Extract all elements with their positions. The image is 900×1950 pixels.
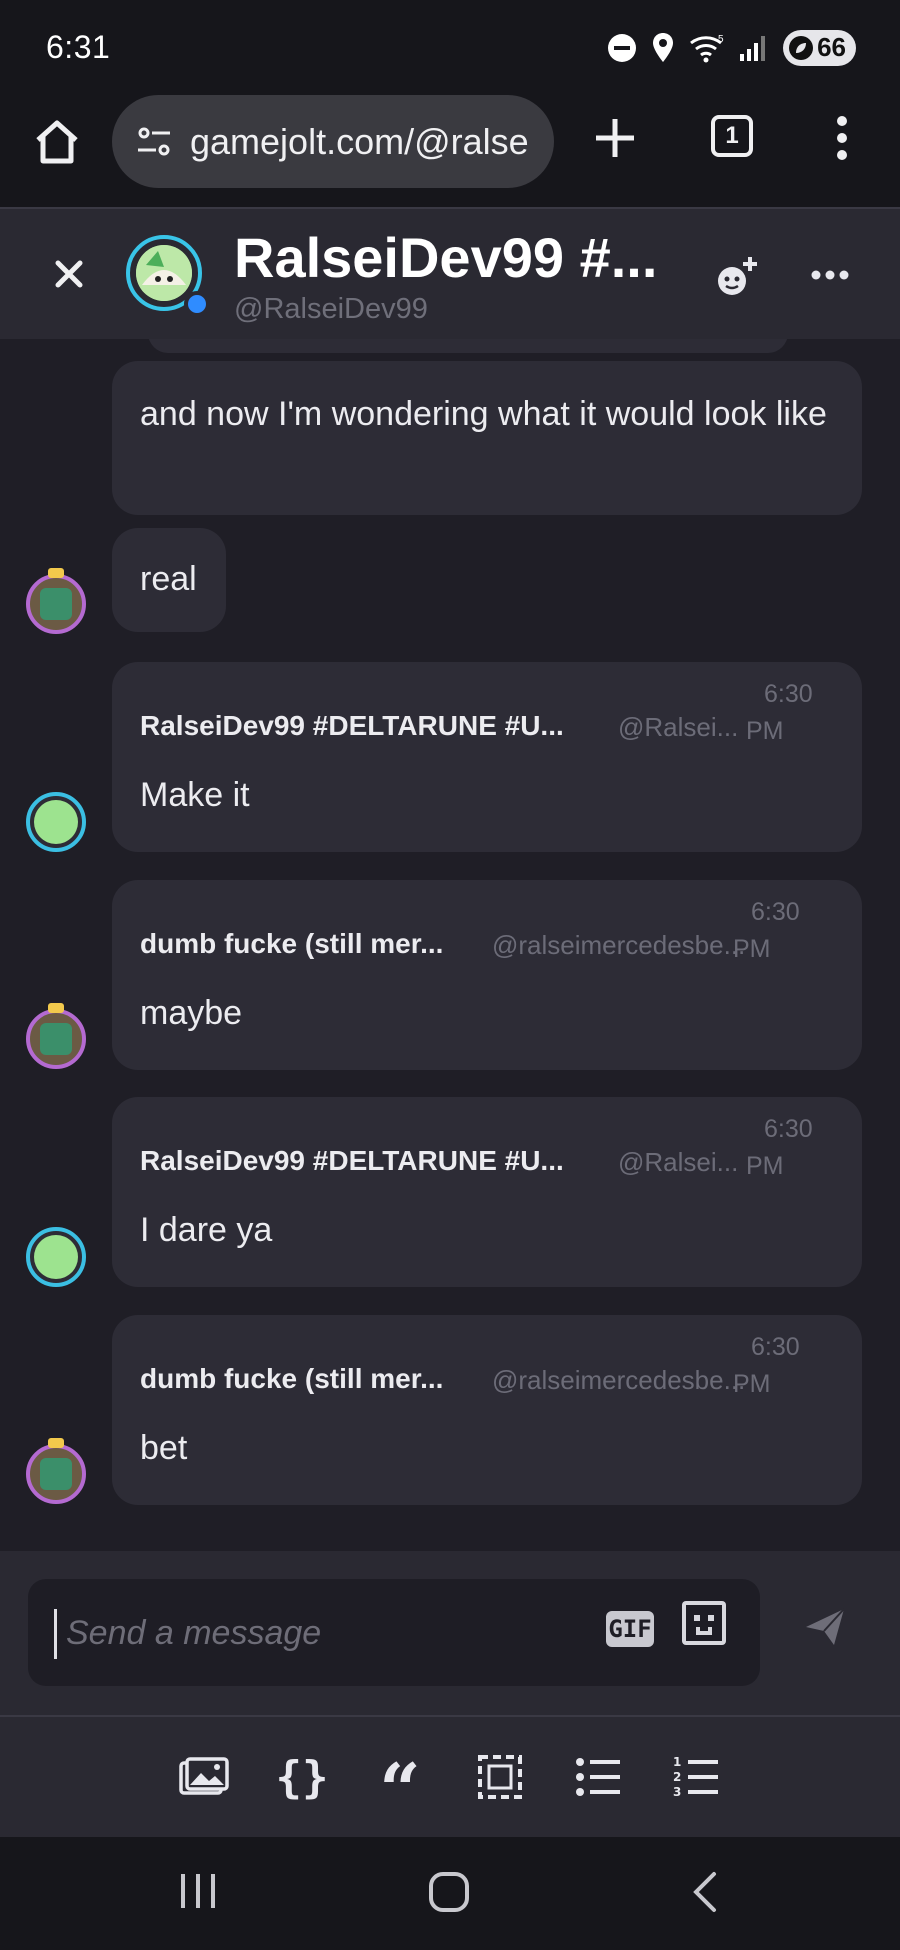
message-bubble[interactable]: RalseiDev99 #DELTARUNE #U... @Ralsei... … <box>112 662 862 852</box>
message-bubble[interactable]: RalseiDev99 #DELTARUNE #U... @Ralsei... … <box>112 1097 862 1287</box>
image-icon[interactable] <box>178 1751 230 1803</box>
avatar-image <box>34 800 78 844</box>
avatar-image <box>40 1458 72 1490</box>
status-time: 6:31 <box>46 29 111 65</box>
url-text: gamejolt.com/@ralse <box>190 120 529 162</box>
message-handle: @ralseimercedesbe... <box>492 1365 746 1395</box>
message-handle: @ralseimercedesbe... <box>492 930 746 960</box>
message-bubble[interactable]: dumb fucke (still mer... @ralseimercedes… <box>112 880 862 1070</box>
avatar-image <box>40 1023 72 1055</box>
message-author[interactable]: RalseiDev99 #DELTARUNE #U... <box>140 1145 564 1177</box>
message-text: real <box>140 560 197 598</box>
signal-icon <box>740 35 766 61</box>
home-icon[interactable] <box>32 117 82 167</box>
wifi-icon: 5 <box>690 34 724 62</box>
timestamp-period: PM <box>746 1152 784 1180</box>
browser-menu-icon[interactable] <box>830 115 854 161</box>
code-icon[interactable]: {} <box>275 1751 329 1803</box>
composer-area: GIF <box>0 1551 900 1715</box>
gif-button[interactable]: GIF <box>606 1611 654 1647</box>
message-text: maybe <box>140 994 243 1032</box>
text-caret <box>54 1609 57 1659</box>
battery-indicator: 66 <box>783 29 856 66</box>
chat-user-avatar[interactable] <box>126 235 210 317</box>
message-bubble[interactable]: real <box>112 528 226 632</box>
add-member-icon[interactable] <box>714 255 760 297</box>
close-icon[interactable] <box>52 257 86 291</box>
message-bubble[interactable]: dumb fucke (still mer... @ralseimercedes… <box>112 1315 862 1505</box>
address-bar[interactable]: gamejolt.com/@ralse <box>112 95 554 188</box>
message-text: Make it <box>140 776 250 814</box>
do-not-disturb-icon <box>608 33 637 62</box>
message-text: I dare ya <box>140 1211 273 1249</box>
crown-icon <box>48 1003 64 1013</box>
sticker-icon[interactable] <box>680 1599 728 1647</box>
timestamp-time: 6:30 <box>751 1333 800 1361</box>
svg-text:1: 1 <box>673 1755 681 1769</box>
message-text: and now I'm wondering what it would look… <box>140 395 827 433</box>
timestamp-time: 6:30 <box>764 680 813 708</box>
battery-level: 66 <box>817 32 846 62</box>
avatar-image <box>136 245 192 301</box>
message-handle: @Ralsei... <box>618 712 739 742</box>
send-icon[interactable] <box>804 1607 846 1647</box>
back-icon[interactable] <box>690 1871 720 1913</box>
recent-apps-icon[interactable] <box>178 1871 218 1911</box>
new-tab-icon[interactable] <box>592 115 638 161</box>
avatar-image <box>34 1235 78 1279</box>
message-handle: @Ralsei... <box>618 1147 739 1177</box>
avatar[interactable] <box>26 1003 86 1069</box>
system-navigation-bar <box>0 1837 900 1950</box>
more-options-icon[interactable] <box>811 269 849 281</box>
message-timestamp: 6:30 PM <box>746 676 826 750</box>
message-composer[interactable]: GIF <box>28 1579 760 1686</box>
message-timestamp: 6:30 PM <box>733 894 813 968</box>
avatar[interactable] <box>26 1438 86 1504</box>
numbered-list-icon[interactable]: 123 <box>670 1751 722 1803</box>
message-author[interactable]: RalseiDev99 #DELTARUNE #U... <box>140 710 564 742</box>
chat-header: RalseiDev99 #... @RalseiDev99 <box>0 207 900 339</box>
timestamp-time: 6:30 <box>751 898 800 926</box>
avatar-image <box>40 588 72 620</box>
chat-handle: @RalseiDev99 <box>234 293 428 325</box>
browser-toolbar: gamejolt.com/@ralse 1 <box>0 95 900 207</box>
spoiler-icon[interactable] <box>474 1751 526 1803</box>
quote-glyph: “ <box>379 1747 421 1832</box>
avatar[interactable] <box>26 792 86 852</box>
svg-text:2: 2 <box>673 1770 681 1784</box>
formatting-toolbar: {} “ 123 <box>0 1715 900 1837</box>
message-list[interactable]: and now I'm wondering what it would look… <box>0 339 900 1551</box>
svg-text:3: 3 <box>673 1785 681 1799</box>
location-icon <box>653 32 674 62</box>
code-glyph: {} <box>275 1751 329 1803</box>
quote-icon[interactable]: “ <box>374 1751 426 1826</box>
tab-switcher-button[interactable]: 1 <box>711 115 753 157</box>
avatar[interactable] <box>26 1227 86 1287</box>
message-input[interactable] <box>66 1603 586 1663</box>
site-settings-icon[interactable] <box>134 122 174 162</box>
message-bubble[interactable]: and now I'm wondering what it would look… <box>112 361 862 515</box>
message-author[interactable]: dumb fucke (still mer... <box>140 1363 443 1395</box>
chat-title[interactable]: RalseiDev99 #... <box>234 225 657 290</box>
home-nav-icon[interactable] <box>428 1871 470 1913</box>
online-status-dot <box>184 291 210 317</box>
bullet-list-icon[interactable] <box>572 1751 624 1803</box>
timestamp-period: PM <box>746 717 784 745</box>
message-text: bet <box>140 1429 188 1467</box>
crown-icon <box>48 1438 64 1448</box>
message-timestamp: 6:30 PM <box>733 1329 813 1403</box>
tab-count: 1 <box>725 122 739 149</box>
status-icons: 5 66 <box>607 29 856 66</box>
timestamp-time: 6:30 <box>764 1115 813 1143</box>
message-timestamp: 6:30 PM <box>746 1111 826 1185</box>
svg-text:5: 5 <box>718 34 724 45</box>
previous-message-edge <box>148 339 788 353</box>
power-saving-icon <box>789 35 814 60</box>
message-author[interactable]: dumb fucke (still mer... <box>140 928 443 960</box>
avatar[interactable] <box>26 568 86 634</box>
timestamp-period: PM <box>733 1370 771 1398</box>
timestamp-period: PM <box>733 935 771 963</box>
status-bar: 6:31 5 66 <box>0 0 900 95</box>
crown-icon <box>48 568 64 578</box>
